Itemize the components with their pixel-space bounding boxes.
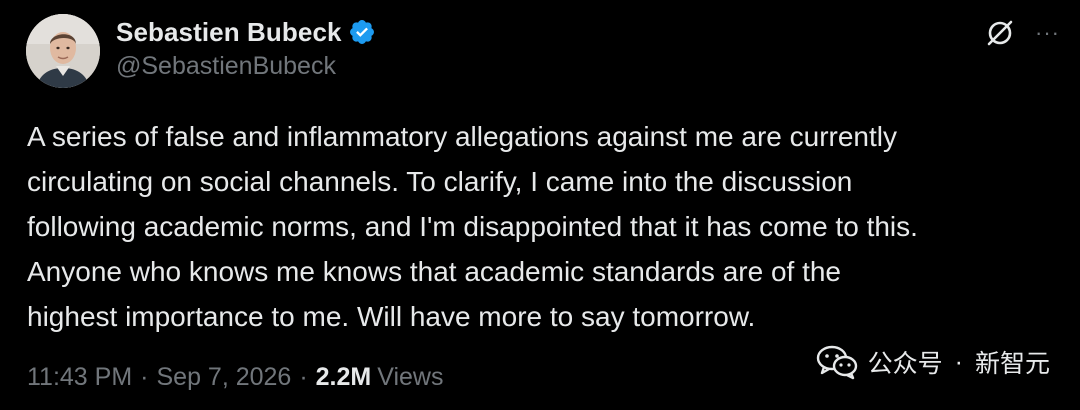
views-count[interactable]: 2.2M	[316, 363, 372, 392]
views-label: Views	[377, 363, 444, 391]
tweet-text: A series of false and inflammatory alleg…	[27, 121, 918, 332]
grok-icon[interactable]	[985, 18, 1015, 48]
tweet-card: Sebastien Bubeck @SebastienBubeck ··· A …	[0, 0, 1080, 410]
verified-badge-icon[interactable]	[348, 18, 376, 46]
meta-separator: ·	[299, 363, 308, 391]
tweet-time[interactable]: 11:43 PM	[27, 363, 132, 392]
tweet-date[interactable]: Sep 7, 2026	[156, 363, 291, 392]
avatar[interactable]	[26, 14, 100, 88]
watermark-account-label: 公众号	[867, 350, 943, 378]
author-handle[interactable]: @SebastienBubeck	[116, 52, 376, 81]
avatar-image	[26, 14, 100, 88]
watermark-dot: ·	[954, 347, 963, 376]
display-name[interactable]: Sebastien Bubeck	[116, 17, 342, 48]
watermark: 公众号 · 新智元	[816, 344, 1050, 380]
author-name-row: Sebastien Bubeck	[116, 14, 376, 50]
more-icon[interactable]: ···	[1035, 22, 1060, 44]
author-block: Sebastien Bubeck @SebastienBubeck	[116, 14, 376, 81]
tweet-meta: 11:43 PM · Sep 7, 2026 · 2.2M Views	[27, 363, 444, 392]
wechat-icon	[816, 344, 858, 380]
top-actions: ···	[985, 18, 1060, 48]
watermark-name: 新智元	[974, 350, 1050, 378]
meta-separator: ·	[140, 363, 149, 391]
